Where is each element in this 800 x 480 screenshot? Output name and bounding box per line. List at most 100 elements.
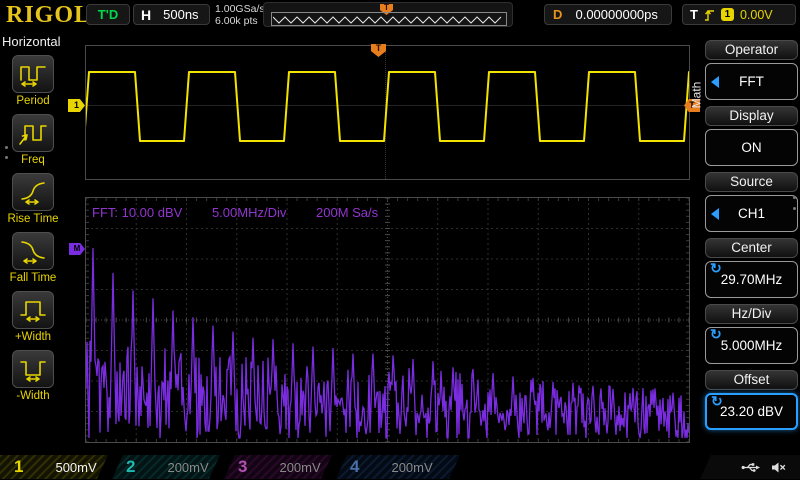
menu-item-display[interactable]: Display ON [705,106,798,166]
oscilloscope-screen: RIGOL T'D H 500ns 1.00GSa/s 6.00k pts T … [0,0,800,480]
sidebar-item-label: +Width [15,331,51,343]
menu-item-center[interactable]: Center ↻ 29.70MHz [705,238,798,298]
fft-annotation: FFT: 10.00 dBV 5.00MHz/Div 200M Sa/s [92,205,404,220]
math-menu: Operator FFT Display ON Source CH1 Cente… [705,40,798,436]
usb-icon [741,461,761,474]
sidebar-item-label: Rise Time [7,213,58,225]
rotate-knob-icon: ↻ [711,393,723,409]
rotate-knob-icon: ↻ [710,326,722,342]
acquisition-info: 1.00GSa/s 6.00k pts [215,3,265,27]
trigger-source-badge: 1 [721,8,734,21]
menu-label: Center [705,238,798,258]
channel-number: 1 [14,457,23,477]
time-domain-graticule [85,45,690,180]
fft-scale: FFT: 10.00 dBV [92,205,182,220]
memory-depth: 6.00k pts [215,15,265,27]
timebase-box[interactable]: H 500ns [133,4,210,25]
waveform-preview-strip[interactable]: T [263,2,513,27]
menu-item-source[interactable]: Source CH1 [705,172,798,232]
menu-label: Operator [705,40,798,60]
sample-rate: 1.00GSa/s [215,3,265,15]
rising-edge-icon [704,8,715,22]
rigol-logo: RIGOL [6,2,91,29]
menu-value-text: 5.000MHz [721,338,783,353]
menu-value-text: FFT [739,74,764,89]
sidebar-item-pos-width[interactable]: +Width [0,291,66,343]
rise-time-icon [18,179,48,205]
menu-value-text: 23.20 dBV [720,404,783,419]
freq-icon [18,120,48,146]
status-icons [700,455,800,479]
menu-value[interactable]: FFT [705,63,798,100]
fft-spectrum-plot [86,198,689,442]
menu-value[interactable]: ON [705,129,798,166]
menu-label: Hz/Div [705,304,798,324]
menu-label: Source [705,172,798,192]
menu-item-offset[interactable]: Offset ↻ 23.20 dBV [705,370,798,430]
sidebar-item-label: Freq [21,154,45,166]
math-trace-marker[interactable]: M [69,243,85,255]
sidebar-title: Horizontal [2,34,66,49]
menu-value-text: CH1 [738,206,765,221]
measure-sidebar: Horizontal Period Freq Rise Time Fall Ti… [0,30,66,455]
trigger-box[interactable]: T 1 0.00V [682,4,796,25]
period-icon [18,61,48,87]
menu-value[interactable]: ↻ 5.000MHz [705,327,798,364]
delay-value: 0.00000000ps [562,7,671,22]
plus-width-icon [18,297,48,323]
delay-box[interactable]: D 0.00000000ps [544,4,672,25]
ch1-ground-marker[interactable]: 1 [68,99,85,112]
menu-item-operator[interactable]: Operator FFT [705,40,798,100]
ch1-square-wave [86,46,689,179]
channel-number: 2 [126,457,135,477]
menu-label: Offset [705,370,798,390]
preview-window [271,12,507,26]
delay-label: D [553,7,562,22]
page-indicator-dot [5,156,8,159]
channel1-status[interactable]: 1 500mV [0,455,108,479]
menu-value[interactable]: ↻ 29.70MHz [705,261,798,298]
trigger-status-badge: T'D [86,4,130,25]
arrow-left-icon [711,76,719,88]
sidebar-item-label: -Width [16,390,49,402]
trigger-level-value: 0.00V [740,8,773,22]
trigger-label: T [690,7,698,22]
sidebar-item-label: Fall Time [10,272,57,284]
menu-value-selected[interactable]: ↻ 23.20 dBV [705,393,798,430]
channel3-status[interactable]: 3 200mV [224,455,332,479]
channel4-status[interactable]: 4 200mV [336,455,460,479]
fall-time-icon [18,238,48,264]
page-indicator-dot [5,146,8,149]
channel-scale: 200mV [391,460,432,475]
sidebar-item-label: Period [16,95,49,107]
channel2-status[interactable]: 2 200mV [112,455,220,479]
channel-number: 3 [238,457,247,477]
arrow-left-icon [711,208,719,220]
minus-width-icon [18,356,48,382]
fft-graticule: FFT: 10.00 dBV 5.00MHz/Div 200M Sa/s [85,197,690,443]
speaker-muted-icon [771,461,786,474]
menu-value[interactable]: CH1 [705,195,798,232]
sidebar-item-freq[interactable]: Freq [0,114,66,166]
math-menu-tab: Math [689,82,703,109]
fft-hdiv: 5.00MHz/Div [212,205,286,220]
page-indicator-dot [793,196,796,199]
timebase-value: 500ns [163,7,198,22]
page-indicator-dot [793,207,796,210]
menu-value-text: 29.70MHz [721,272,783,287]
sidebar-item-fall-time[interactable]: Fall Time [0,232,66,284]
fft-sample-rate: 200M Sa/s [316,205,378,220]
channel-number: 4 [350,457,359,477]
menu-item-hzdiv[interactable]: Hz/Div ↻ 5.000MHz [705,304,798,364]
timebase-label: H [141,7,151,23]
channel-scale: 200mV [167,460,208,475]
sidebar-item-neg-width[interactable]: -Width [0,350,66,402]
preview-zigzag-wave [273,14,505,26]
sidebar-item-period[interactable]: Period [0,55,66,107]
rotate-knob-icon: ↻ [710,260,722,276]
menu-label: Display [705,106,798,126]
menu-value-text: ON [741,140,761,155]
channel-scale: 200mV [279,460,320,475]
sidebar-item-rise-time[interactable]: Rise Time [0,173,66,225]
channel-scale: 500mV [55,460,96,475]
